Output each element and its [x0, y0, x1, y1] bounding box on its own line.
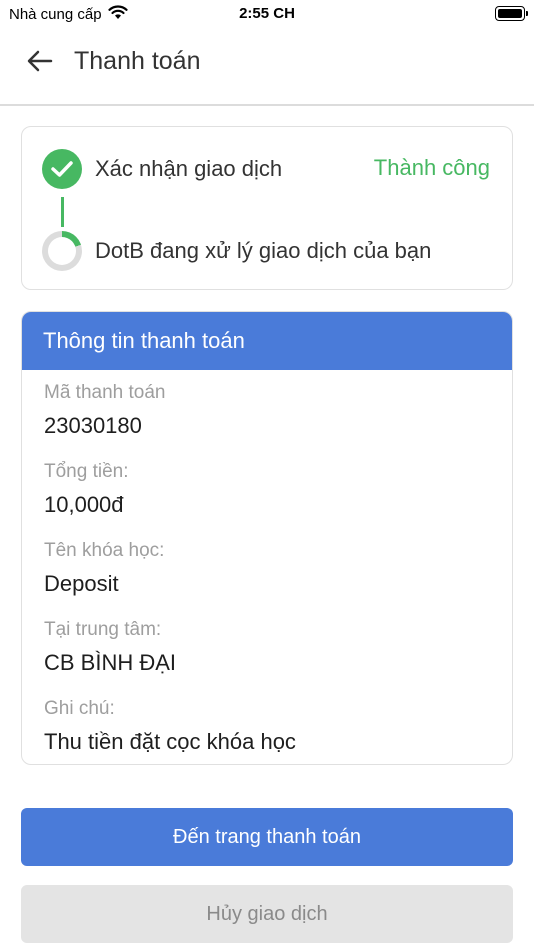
- field-label: Tên khóa học:: [44, 540, 165, 561]
- step-label: DotB đang xử lý giao dịch của bạn: [95, 238, 432, 263]
- course-name-field: Tên khóa học: Deposit: [44, 540, 164, 597]
- field-value: Deposit: [44, 571, 119, 596]
- field-label: Ghi chú:: [44, 698, 115, 719]
- note-field: Ghi chú: Thu tiền đặt cọc khóa học: [44, 698, 296, 755]
- step-label: Xác nhận giao dịch: [95, 156, 283, 181]
- go-to-payment-button[interactable]: Đến trang thanh toán: [21, 808, 513, 866]
- field-value: 23030180: [44, 413, 142, 438]
- back-button[interactable]: [20, 48, 60, 78]
- step-confirm-transaction: Xác nhận giao dịch: [42, 149, 282, 189]
- payment-info-card: Thông tin thanh toán Mã thanh toán 23030…: [21, 311, 513, 765]
- step-processing-transaction: DotB đang xử lý giao dịch của bạn: [42, 231, 431, 271]
- total-amount-field: Tổng tiền: 10,000đ: [44, 461, 129, 518]
- field-label: Tại trung tâm:: [44, 619, 162, 640]
- page-title: Thanh toán: [74, 47, 201, 75]
- status-time: 2:55 CH: [239, 5, 295, 22]
- app-header: Thanh toán: [0, 30, 534, 106]
- field-value: Thu tiền đặt cọc khóa học: [44, 729, 296, 754]
- center-field: Tại trung tâm: CB BÌNH ĐẠI: [44, 619, 176, 676]
- payment-info-title: Thông tin thanh toán: [22, 312, 512, 370]
- battery-icon: [495, 6, 528, 21]
- field-label: Tổng tiền:: [44, 461, 129, 482]
- step-connector: [61, 197, 64, 227]
- field-value: 10,000đ: [44, 492, 124, 517]
- check-circle-icon: [42, 149, 82, 189]
- status-bar: Nhà cung cấp 2:55 CH: [0, 0, 534, 30]
- arrow-left-icon: [27, 50, 53, 77]
- field-label: Mã thanh toán: [44, 382, 166, 403]
- cancel-transaction-button[interactable]: Hủy giao dịch: [21, 885, 513, 943]
- step-status-badge: Thành công: [373, 155, 490, 180]
- transaction-status-card: Xác nhận giao dịch Thành công DotB đang …: [21, 126, 513, 290]
- loading-spinner-icon: [42, 231, 82, 271]
- field-value: CB BÌNH ĐẠI: [44, 650, 177, 675]
- payment-code-field: Mã thanh toán 23030180: [44, 382, 165, 439]
